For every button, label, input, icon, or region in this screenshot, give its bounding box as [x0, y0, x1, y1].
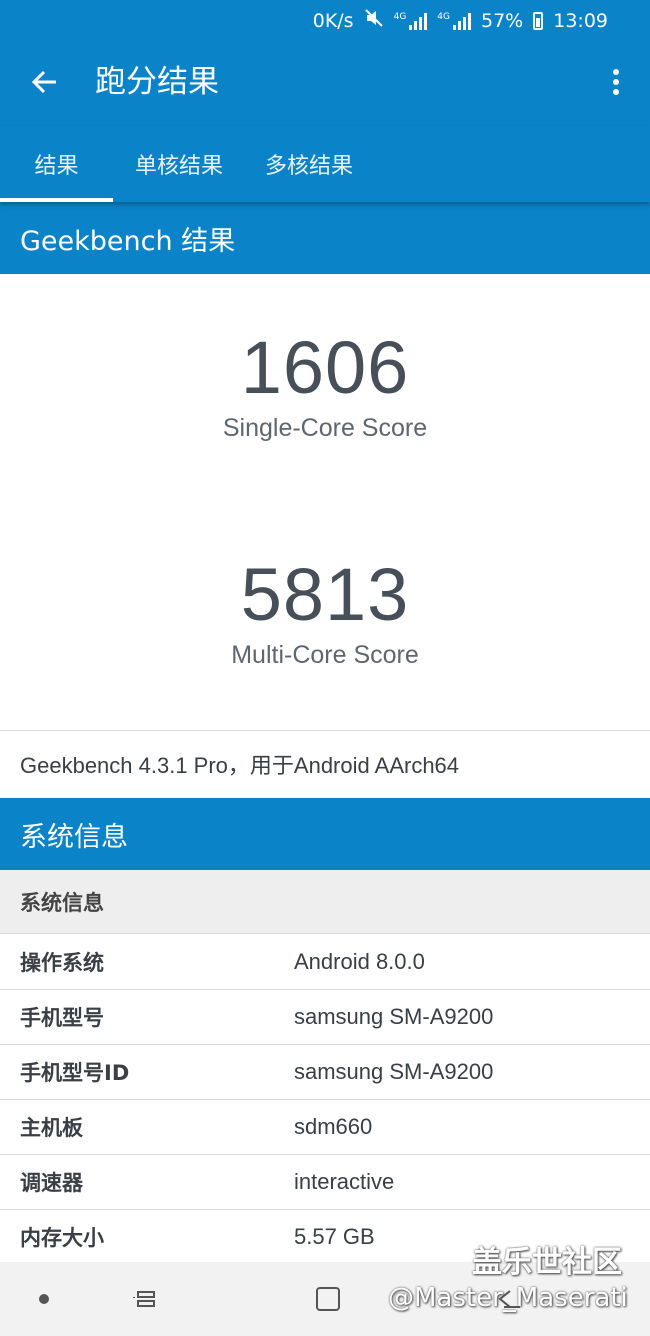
row-value: samsung SM-A9200: [294, 1059, 494, 1084]
row-value: Android 8.0.0: [294, 949, 425, 974]
net-speed: 0K/s: [312, 9, 354, 32]
dot-icon: [39, 1294, 49, 1304]
more-options-button[interactable]: [598, 62, 634, 102]
system-info-table: 操作系统 Android 8.0.0 手机型号 samsung SM-A9200…: [0, 935, 650, 1265]
table-row: 操作系统 Android 8.0.0: [0, 935, 650, 990]
system-info-group-label: 系统信息: [0, 870, 650, 934]
row-value: samsung SM-A9200: [294, 1004, 494, 1029]
nav-dot-button[interactable]: [24, 1262, 64, 1336]
clock: 13:09: [553, 9, 608, 32]
table-row: 手机型号 samsung SM-A9200: [0, 990, 650, 1045]
tab-multi-core[interactable]: 多核结果: [248, 126, 370, 202]
row-key: 手机型号ID: [20, 1061, 130, 1085]
row-value: 5.57 GB: [294, 1224, 375, 1249]
row-value: interactive: [294, 1169, 395, 1194]
table-row: 主机板 sdm660: [0, 1100, 650, 1155]
tab-bar: 结果 单核结果 多核结果: [0, 126, 650, 202]
row-key: 内存大小: [20, 1226, 104, 1250]
multi-core-score-value: 5813: [240, 553, 410, 636]
back-button[interactable]: [24, 62, 64, 102]
table-row: 手机型号ID samsung SM-A9200: [0, 1045, 650, 1100]
system-info-header-label: 系统信息: [20, 821, 128, 853]
row-key: 操作系统: [20, 951, 104, 975]
single-core-score-label: Single-Core Score: [222, 414, 428, 442]
multi-core-score-label: Multi-Core Score: [231, 641, 419, 669]
recents-button[interactable]: [126, 1262, 166, 1336]
row-key: 手机型号: [20, 1006, 104, 1030]
page-title: 跑分结果: [95, 64, 219, 100]
signal-icon: 4G: [394, 12, 428, 30]
row-key: 主机板: [20, 1116, 83, 1140]
multi-core-score: 5813 Multi-Core Score: [0, 555, 650, 670]
signal-icon: 4G: [437, 12, 471, 30]
results-header-label: Geekbench 结果: [20, 225, 236, 257]
system-info-header: 系统信息: [0, 798, 650, 870]
results-header: Geekbench 结果: [0, 202, 650, 274]
home-icon: [316, 1287, 340, 1311]
home-button[interactable]: [308, 1262, 348, 1336]
version-info: Geekbench 4.3.1 Pro，用于Android AArch64: [20, 753, 460, 778]
tab-single-core[interactable]: 单核结果: [118, 126, 240, 202]
mute-icon: [364, 8, 384, 33]
watermark-site: 盖乐世社区: [472, 1245, 622, 1280]
row-value: sdm660: [294, 1114, 373, 1139]
watermark-user: @Master_Maserati: [388, 1283, 628, 1313]
table-row: 调速器 interactive: [0, 1155, 650, 1210]
battery-percent: 57%: [481, 9, 524, 32]
recents-icon: [133, 1291, 155, 1307]
status-bar: 0K/s 4G 4G 57% 13:09: [0, 0, 650, 40]
app-bar: 跑分结果: [0, 40, 650, 126]
single-core-score-value: 1606: [240, 326, 410, 409]
tab-results[interactable]: 结果: [0, 126, 113, 202]
single-core-score: 1606 Single-Core Score: [0, 328, 650, 443]
arrow-left-icon: [31, 70, 56, 94]
row-key: 调速器: [20, 1171, 83, 1195]
battery-icon: [533, 11, 544, 30]
more-vert-icon: [613, 69, 619, 95]
